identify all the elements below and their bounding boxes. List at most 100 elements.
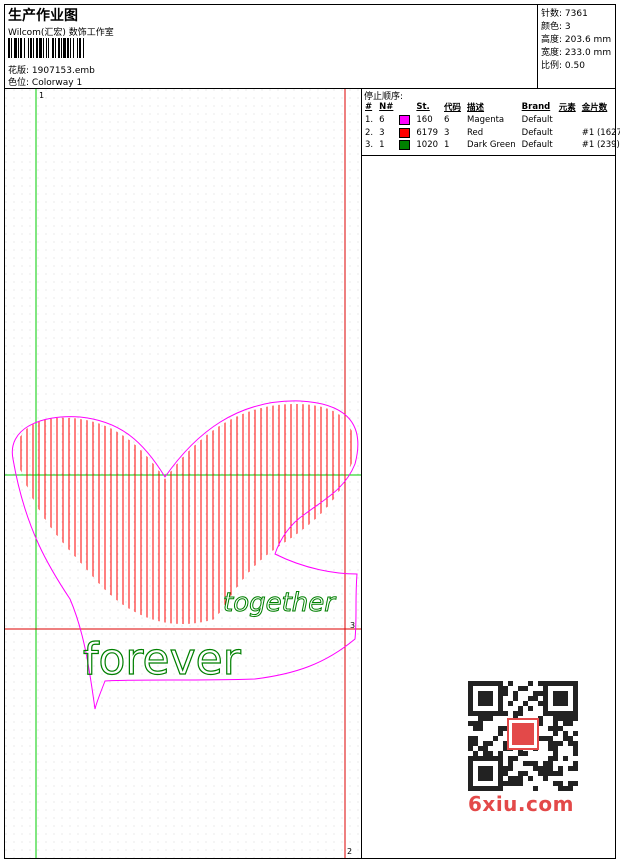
qr-module [573, 781, 578, 786]
qr-module [473, 721, 478, 726]
col-header: 代码 [444, 103, 462, 113]
colorway-label: 色位: [8, 78, 30, 88]
qr-module [508, 681, 513, 686]
forever-text: forever [83, 634, 242, 685]
cell-element [556, 127, 579, 140]
qr-module [553, 771, 558, 776]
qr-module [553, 726, 558, 731]
qr-module [518, 771, 523, 776]
qr-module [523, 701, 528, 706]
stat-label: 颜色: [541, 22, 563, 32]
qr-module [533, 696, 538, 701]
qr-module [478, 721, 483, 726]
qr-module [538, 771, 543, 776]
qr-module [528, 776, 533, 781]
barcode [8, 38, 141, 58]
qr-module [528, 681, 533, 686]
production-sheet: 生产作业图 Wilcom(汇宏) 数饰工作室 花版: 1907153.emb 色… [4, 4, 620, 859]
qr-module [538, 766, 543, 771]
cell-needle: 1 [379, 140, 385, 151]
qr-code [468, 681, 578, 791]
qr-module [503, 691, 508, 696]
cell-brand: Default [521, 115, 553, 126]
qr-module [478, 716, 483, 721]
qr-module [508, 776, 513, 781]
qr-module [553, 781, 558, 786]
col-header: 描述 [467, 103, 485, 113]
qr-module [483, 746, 488, 751]
qr-module [573, 741, 578, 746]
qr-module [568, 716, 573, 721]
cell-sequins: #1 (239) [581, 140, 620, 151]
qr-module [503, 781, 508, 786]
qr-module [473, 751, 478, 756]
qr-module [573, 731, 578, 736]
qr-module [513, 711, 518, 716]
cell-swatch [396, 127, 413, 140]
qr-module [468, 746, 473, 751]
qr-module [498, 726, 503, 731]
qr-module [558, 786, 563, 791]
col-header [396, 100, 413, 114]
qr-module [573, 716, 578, 721]
qr-module [548, 726, 553, 731]
qr-module [548, 766, 553, 771]
qr-module [553, 756, 558, 761]
qr-module [533, 786, 538, 791]
qr-module [553, 746, 558, 751]
qr-module [543, 761, 548, 766]
stat-label: 高度: [541, 35, 563, 45]
qr-module [473, 736, 478, 741]
table-header-row: # N# St. 代码 描述 Brand 元素 金片数 [362, 100, 620, 114]
cell-code: 3 [444, 127, 450, 138]
stat-width: 宽度: 233.0 mm [541, 45, 611, 58]
qr-module [508, 756, 513, 761]
qr-module [498, 731, 503, 736]
stop-sequence-table: # N# St. 代码 描述 Brand 元素 金片数 1. 6 160 6 M… [362, 100, 620, 152]
stat-stitches: 针数: 7361 [541, 6, 588, 19]
qr-module [543, 736, 548, 741]
qr-module [563, 721, 568, 726]
qr-module [488, 741, 493, 746]
qr-module [558, 741, 563, 746]
qr-module [478, 746, 483, 751]
header-left: 生产作业图 Wilcom(汇宏) 数饰工作室 花版: 1907153.emb 色… [5, 5, 538, 89]
cell-desc: Magenta [467, 115, 505, 126]
qr-module [553, 716, 558, 721]
qr-module [548, 736, 553, 741]
qr-module [548, 756, 553, 761]
qr-module [468, 721, 473, 726]
qr-module [488, 716, 493, 721]
qr-module [508, 781, 513, 786]
cell-sequins: #1 (1627) [581, 127, 620, 138]
qr-module [558, 726, 563, 731]
qr-module [573, 761, 578, 766]
qr-module [518, 711, 523, 716]
qr-module [503, 766, 508, 771]
qr-module [498, 751, 503, 756]
qr-module [573, 766, 578, 771]
cell-stitches: 6179 [416, 127, 439, 138]
qr-module [543, 776, 548, 781]
stat-label: 比例: [541, 61, 563, 71]
color-swatch-magenta [399, 115, 411, 125]
table-row: 1. 6 160 6 Magenta Default [362, 114, 620, 127]
qr-module [493, 736, 498, 741]
col-header: St. [416, 102, 430, 112]
cell-brand: Default [521, 127, 553, 138]
qr-module [523, 751, 528, 756]
stop-sequence-panel: 停止顺序: # N# St. 代码 描述 Brand 元素 金片数 1. 6 1… [362, 89, 620, 858]
qr-module [513, 756, 518, 761]
qr-module [553, 731, 558, 736]
qr-module [483, 751, 488, 756]
table-row: 3. 1 1020 1 Dark Green Default #1 (239) [362, 139, 620, 152]
qr-finder [478, 766, 493, 781]
cell-stitches: 160 [416, 115, 433, 126]
qr-module [538, 701, 543, 706]
table-row: 2. 3 6179 3 Red Default #1 (1627) [362, 127, 620, 140]
stat-value: 0.50 [564, 61, 585, 71]
qr-module [483, 741, 488, 746]
qr-module [508, 761, 513, 766]
stat-height: 高度: 203.6 mm [541, 32, 611, 45]
cell-needle: 3 [379, 127, 385, 138]
